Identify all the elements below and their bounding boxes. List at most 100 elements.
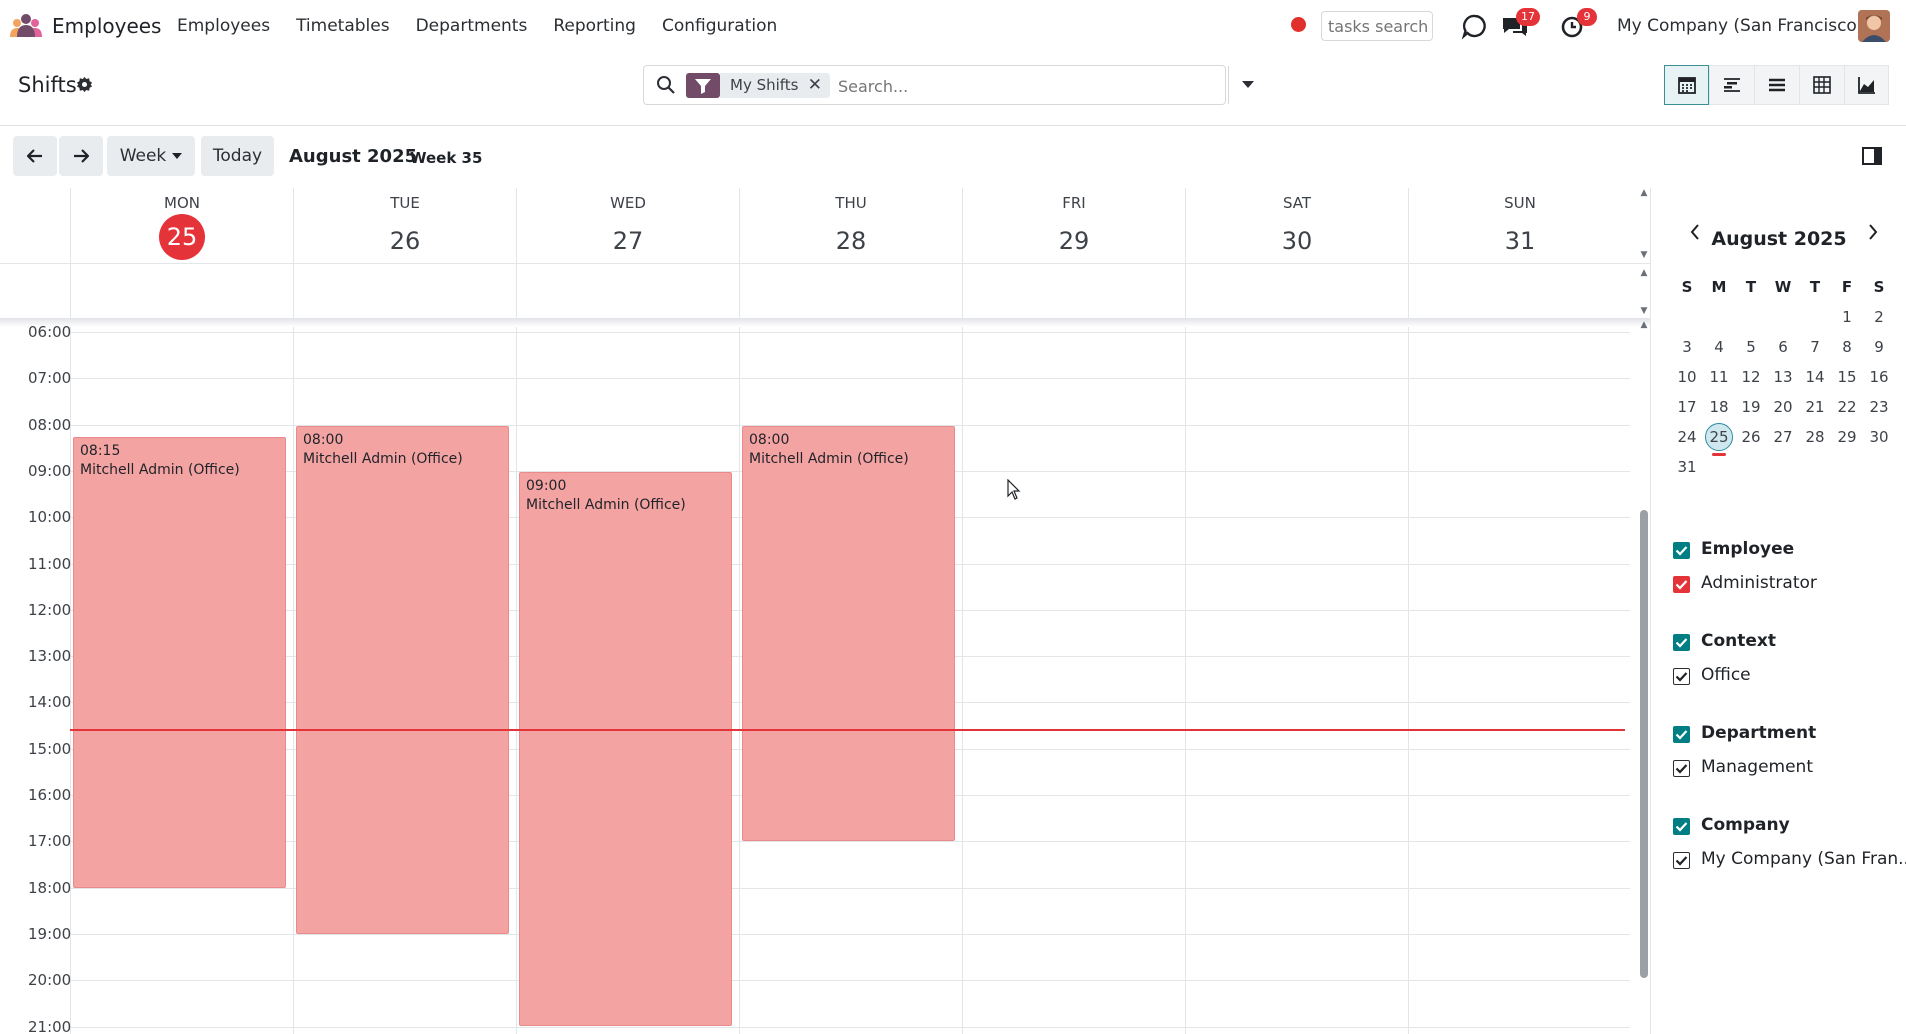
menu-employees[interactable]: Employees — [177, 16, 270, 36]
mini-day[interactable]: 11 — [1703, 363, 1735, 391]
gantt-view-button[interactable] — [1709, 65, 1754, 105]
pivot-view-button[interactable] — [1799, 65, 1844, 105]
all-day-cell[interactable] — [293, 264, 516, 319]
record-indicator-icon[interactable] — [1291, 17, 1306, 32]
filter-header-checkbox[interactable] — [1673, 634, 1690, 651]
all-day-cell[interactable] — [739, 264, 962, 319]
hour-slot[interactable] — [70, 1026, 1630, 1034]
scroll-thumb[interactable] — [1640, 510, 1648, 978]
filter-item-checkbox[interactable] — [1673, 760, 1690, 777]
mini-day[interactable]: 2 — [1863, 303, 1895, 331]
mini-day[interactable]: 20 — [1767, 393, 1799, 421]
scroll-down-icon[interactable]: ▼ — [1638, 306, 1650, 316]
mini-day[interactable]: 5 — [1735, 333, 1767, 361]
day-header[interactable]: SUN 31 — [1408, 188, 1631, 264]
day-header[interactable]: WED 27 — [516, 188, 739, 264]
previous-button[interactable] — [13, 136, 57, 176]
mini-day[interactable]: 10 — [1671, 363, 1703, 391]
activities-button[interactable]: 9 — [1559, 8, 1597, 40]
mini-day[interactable]: 19 — [1735, 393, 1767, 421]
mini-next-month[interactable] — [1863, 222, 1883, 242]
gear-icon[interactable] — [76, 76, 93, 93]
menu-departments[interactable]: Departments — [416, 16, 528, 36]
mini-day[interactable]: 17 — [1671, 393, 1703, 421]
hour-slot[interactable] — [70, 980, 1630, 1026]
mini-day[interactable]: 4 — [1703, 333, 1735, 361]
day-header[interactable]: TUE 26 — [293, 188, 516, 264]
hour-slot[interactable] — [70, 933, 1630, 980]
hour-slot[interactable] — [70, 378, 1630, 424]
filter-header-checkbox[interactable] — [1673, 818, 1690, 835]
filter-header-checkbox[interactable] — [1673, 726, 1690, 743]
calendar-scrollbar[interactable]: ▲ ▼ ▲ ▼ ▲ — [1638, 188, 1650, 1034]
scroll-down-icon[interactable]: ▼ — [1638, 250, 1650, 260]
today-button[interactable]: Today — [201, 136, 274, 176]
mini-day[interactable]: 8 — [1831, 333, 1863, 361]
employees-app-icon[interactable] — [8, 13, 44, 39]
all-day-cell[interactable] — [70, 264, 293, 319]
mini-day[interactable]: 24 — [1671, 423, 1703, 451]
mini-day[interactable]: 28 — [1799, 423, 1831, 451]
remove-facet-icon[interactable]: ✕ — [808, 73, 822, 98]
company-switcher[interactable]: My Company (San Francisco) — [1617, 16, 1863, 36]
filter-item-checkbox[interactable] — [1673, 668, 1690, 685]
shift-event[interactable]: 08:15 Mitchell Admin (Office) — [73, 437, 286, 888]
scroll-up-icon[interactable]: ▲ — [1638, 320, 1650, 330]
tasks-search-input[interactable] — [1321, 11, 1433, 41]
mini-day[interactable]: 1 — [1831, 303, 1863, 331]
mini-day[interactable]: 29 — [1831, 423, 1863, 451]
shift-event[interactable]: 08:00 Mitchell Admin (Office) — [296, 425, 509, 934]
scroll-up-icon[interactable]: ▲ — [1638, 268, 1650, 278]
mini-day[interactable]: 15 — [1831, 363, 1863, 391]
mini-day[interactable]: 13 — [1767, 363, 1799, 391]
app-name[interactable]: Employees — [52, 14, 161, 38]
messages-button[interactable]: 17 — [1500, 8, 1540, 40]
day-header[interactable]: SAT 30 — [1185, 188, 1408, 264]
list-view-button[interactable] — [1754, 65, 1799, 105]
time-grid[interactable]: 06:00 07:00 08:00 09:00 10:00 11:00 12:00 13:00… — [0, 323, 1650, 1034]
mini-day[interactable]: 26 — [1735, 423, 1767, 451]
next-button[interactable] — [59, 136, 103, 176]
mini-day[interactable]: 31 — [1671, 453, 1703, 481]
search-input[interactable] — [838, 74, 1138, 98]
mini-day[interactable]: 16 — [1863, 363, 1895, 391]
filter-item-checkbox[interactable] — [1673, 576, 1690, 593]
shift-event[interactable]: 08:00 Mitchell Admin (Office) — [742, 425, 955, 842]
mini-day-today[interactable]: 25 — [1703, 423, 1735, 456]
day-header[interactable]: FRI 29 — [962, 188, 1185, 264]
search-options-toggle[interactable] — [1228, 66, 1266, 104]
mini-day[interactable]: 30 — [1863, 423, 1895, 451]
mini-day[interactable]: 12 — [1735, 363, 1767, 391]
graph-view-button[interactable] — [1844, 65, 1889, 105]
mini-day[interactable]: 21 — [1799, 393, 1831, 421]
menu-reporting[interactable]: Reporting — [553, 16, 636, 36]
mini-day[interactable]: 6 — [1767, 333, 1799, 361]
shift-event[interactable]: 09:00 Mitchell Admin (Office) — [519, 471, 732, 1027]
mini-day[interactable]: 7 — [1799, 333, 1831, 361]
hour-slot[interactable] — [70, 332, 1630, 378]
mini-day[interactable]: 18 — [1703, 393, 1735, 421]
mini-day[interactable]: 27 — [1767, 423, 1799, 451]
mini-day[interactable]: 9 — [1863, 333, 1895, 361]
day-header[interactable]: MON 25 — [70, 188, 293, 264]
filter-header-checkbox[interactable] — [1673, 542, 1690, 559]
all-day-cell[interactable] — [516, 264, 739, 319]
mini-day[interactable]: 23 — [1863, 393, 1895, 421]
all-day-cell[interactable] — [962, 264, 1185, 319]
mini-day[interactable]: 3 — [1671, 333, 1703, 361]
menu-timetables[interactable]: Timetables — [296, 16, 390, 36]
search-icon[interactable] — [656, 75, 676, 95]
page-title[interactable]: Shifts — [18, 73, 77, 97]
filter-item-checkbox[interactable] — [1673, 852, 1690, 869]
scroll-up-icon[interactable]: ▲ — [1638, 188, 1650, 198]
scale-dropdown[interactable]: Week — [107, 136, 195, 176]
mini-day[interactable]: 22 — [1831, 393, 1863, 421]
sidebar-toggle-icon[interactable] — [1862, 147, 1882, 165]
user-avatar[interactable] — [1858, 10, 1890, 42]
mini-day[interactable]: 14 — [1799, 363, 1831, 391]
day-header[interactable]: THU 28 — [739, 188, 962, 264]
discuss-icon[interactable] — [1460, 12, 1490, 40]
all-day-cell[interactable] — [1408, 264, 1631, 319]
menu-configuration[interactable]: Configuration — [662, 16, 777, 36]
calendar-view-button[interactable] — [1664, 65, 1709, 105]
